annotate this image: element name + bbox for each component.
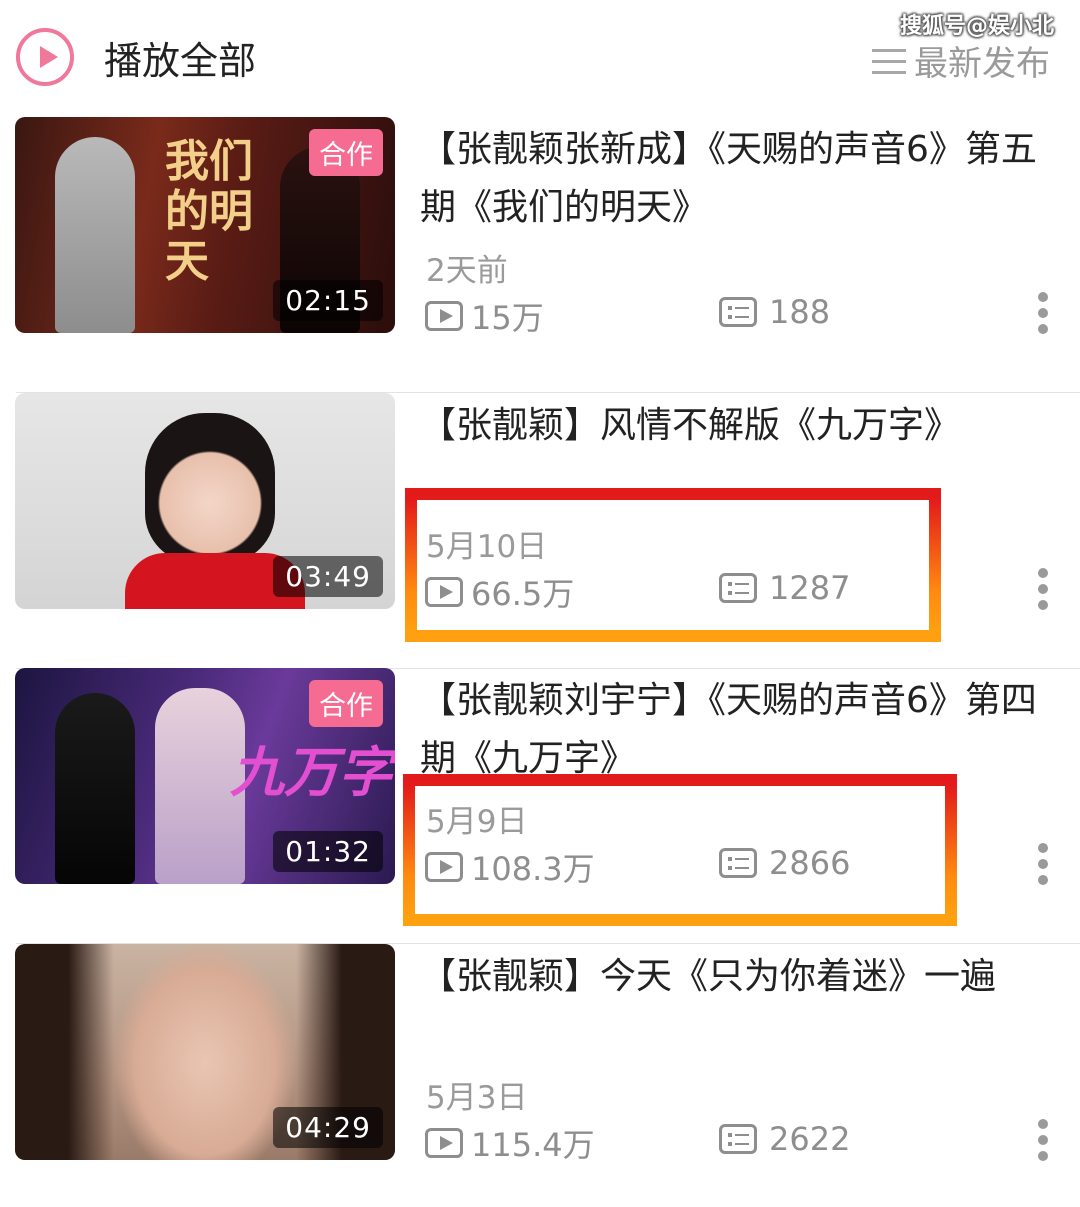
video-thumbnail[interactable]: 我们的明天 合作 02:15 (15, 117, 395, 333)
video-title[interactable]: 【张靓颖】风情不解版《九万字》 (420, 397, 1040, 455)
more-options-icon[interactable] (1038, 1119, 1048, 1163)
video-title[interactable]: 【张靓颖刘宇宁】《天赐的声音6》第四期《九万字》 (420, 672, 1040, 788)
more-options-icon[interactable] (1038, 843, 1048, 887)
thumbnail-title-art: 九万字 (230, 740, 392, 804)
play-count-icon (425, 1128, 463, 1158)
play-count-icon (425, 301, 463, 331)
video-thumbnail[interactable]: 04:29 (15, 944, 395, 1160)
video-duration: 02:15 (273, 280, 383, 321)
comment-icon (719, 297, 757, 327)
watermark: 搜狐号@娱小北 (899, 14, 1054, 39)
play-count: 15万 (425, 293, 544, 339)
video-thumbnail[interactable]: 九万字 合作 01:32 (15, 668, 395, 884)
thumbnail-figure (55, 693, 135, 884)
sort-button[interactable]: 最新发布 (872, 36, 1050, 85)
video-title[interactable]: 【张靓颖】今天《只为你着迷》一遍 (420, 948, 1040, 1006)
comment-count-value: 2622 (769, 1120, 851, 1158)
video-list-item[interactable]: 我们的明天 合作 02:15 【张靓颖张新成】《天赐的声音6》第五期《我们的明天… (0, 117, 1080, 393)
play-count: 115.4万 (425, 1120, 595, 1166)
comment-count: 188 (719, 293, 830, 331)
play-all-button[interactable]: 播放全部 (16, 28, 256, 86)
comment-count: 2622 (719, 1120, 850, 1158)
menu-lines-icon (872, 47, 906, 75)
play-count-value: 15万 (471, 299, 544, 337)
video-thumbnail[interactable]: 03:49 (15, 393, 395, 609)
comment-icon (719, 1124, 757, 1154)
thumbnail-title-art: 我们的明天 (165, 136, 253, 287)
video-date: 5月3日 (426, 1080, 528, 1116)
collab-badge: 合作 (309, 680, 383, 727)
more-options-icon[interactable] (1038, 292, 1048, 336)
thumbnail-figure (55, 137, 135, 333)
collab-badge: 合作 (309, 129, 383, 176)
video-list-item[interactable]: 04:29 【张靓颖】今天《只为你着迷》一遍 5月3日 115.4万 2622 (0, 944, 1080, 1207)
comment-count-value: 188 (769, 293, 831, 331)
video-duration: 01:32 (273, 831, 383, 872)
more-options-icon[interactable] (1038, 568, 1048, 612)
video-title[interactable]: 【张靓颖张新成】《天赐的声音6》第五期《我们的明天》 (420, 121, 1040, 237)
play-count-value: 115.4万 (471, 1126, 595, 1164)
highlight-box (403, 774, 957, 926)
video-duration: 03:49 (273, 556, 383, 597)
thumbnail-portrait (115, 944, 295, 1160)
play-all-label: 播放全部 (104, 38, 257, 83)
thumbnail-portrait (145, 413, 275, 563)
video-date: 2天前 (426, 253, 508, 289)
play-circle-icon (16, 28, 74, 86)
highlight-box (405, 488, 941, 642)
sort-label: 最新发布 (914, 44, 1050, 84)
video-duration: 04:29 (273, 1107, 383, 1148)
